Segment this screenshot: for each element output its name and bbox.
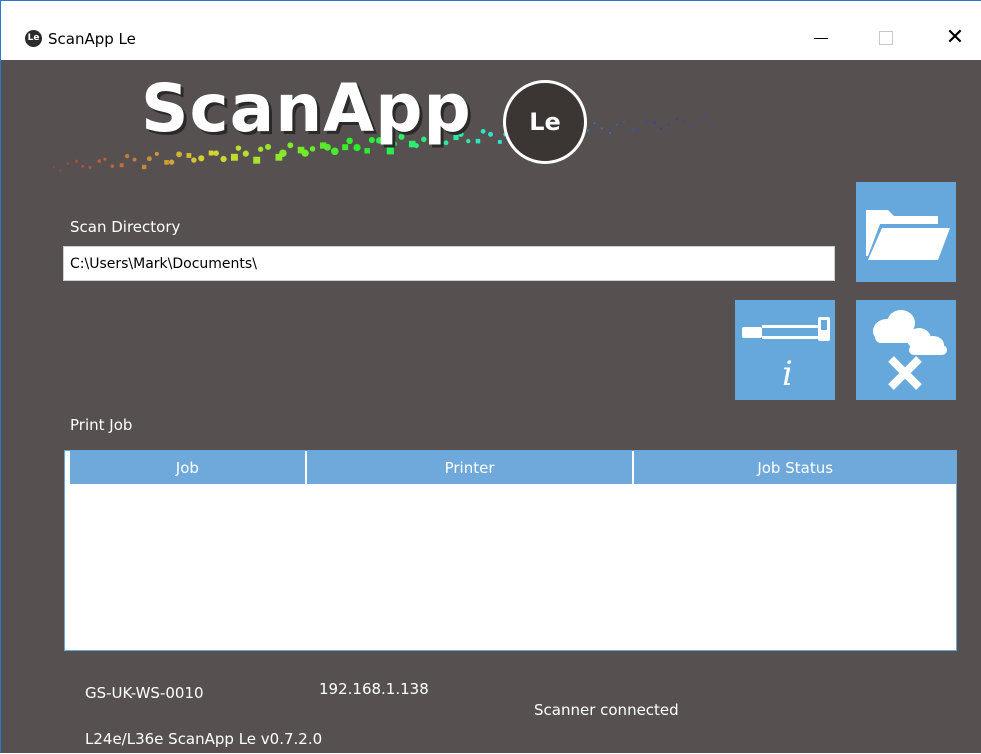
scanner-info-button[interactable]: i	[735, 300, 835, 400]
logo-dot	[600, 127, 603, 130]
logo-dot	[615, 123, 618, 126]
logo-dot	[220, 155, 227, 163]
logo-dot	[88, 165, 92, 169]
logo-dot	[146, 156, 152, 162]
logo-dot	[631, 128, 634, 131]
scanner-info-icon: i	[742, 317, 830, 394]
folder-open-icon	[866, 210, 950, 260]
logo-dot	[682, 121, 685, 124]
ip-address-text: 192.168.1.138	[319, 680, 429, 698]
logo-dot	[497, 139, 502, 144]
logo-dot	[386, 147, 394, 155]
title-bar[interactable]: Le ScanApp Le ✕	[1, 1, 981, 60]
close-button[interactable]: ✕	[932, 23, 978, 53]
logo-dot	[164, 160, 169, 165]
scanner-status-text: Scanner connected	[534, 701, 679, 719]
logo-dot	[704, 114, 707, 117]
scanapp-logo: ScanApp Le	[49, 70, 749, 190]
hostname-text: GS-UK-WS-0010	[85, 684, 204, 702]
table-header: Job Printer Job Status	[65, 451, 956, 484]
logo-dot	[176, 151, 182, 158]
logo-dot	[253, 156, 261, 164]
logo-dot	[81, 165, 85, 168]
cloud-disconnect-icon	[873, 310, 947, 390]
logo-dot	[364, 148, 370, 154]
app-window: Le ScanApp Le ✕ ScanApp Le Scan Director…	[0, 0, 981, 753]
logo-dot	[119, 163, 124, 168]
version-text: L24e/L36e ScanApp Le v0.7.2.0	[85, 730, 323, 748]
logo-dot	[242, 150, 249, 157]
logo-dot	[301, 149, 309, 157]
info-glyph: i	[782, 354, 793, 394]
logo-dot	[75, 159, 78, 163]
logo-dot	[593, 122, 596, 125]
logo-dot	[712, 121, 714, 124]
logo-dot	[110, 164, 115, 168]
logo-dot	[154, 151, 159, 156]
scan-directory-label: Scan Directory	[70, 218, 181, 236]
logo-dot	[132, 157, 137, 162]
logo-dot	[169, 159, 175, 165]
logo-wordmark: ScanApp	[141, 70, 472, 147]
logo-dot	[480, 128, 486, 134]
logo-dot	[675, 117, 678, 120]
logo-dot	[59, 169, 62, 172]
logo-dot	[208, 150, 214, 156]
logo-dot	[586, 129, 589, 132]
logo-dot	[689, 125, 692, 128]
logo-dot	[53, 166, 55, 168]
logo-dot	[279, 149, 287, 157]
logo-dot	[213, 150, 219, 156]
logo-dot	[66, 162, 70, 165]
logo-dot	[124, 153, 130, 159]
window-title: ScanApp Le	[48, 30, 136, 48]
logo-dot	[609, 132, 612, 135]
logo-dot	[660, 127, 663, 130]
logo-dot	[191, 157, 197, 163]
logo-dot	[230, 153, 238, 161]
logo-badge: Le	[503, 80, 587, 164]
column-header-job-status[interactable]: Job Status	[634, 451, 956, 484]
logo-dot	[97, 159, 101, 163]
logo-dot	[488, 131, 493, 137]
logo-dot	[186, 153, 192, 158]
logo-dot	[645, 119, 648, 122]
minimize-button[interactable]	[798, 23, 844, 53]
print-job-table[interactable]: Job Printer Job Status	[64, 450, 957, 651]
browse-folder-button[interactable]	[856, 182, 956, 282]
logo-dot	[653, 121, 656, 124]
scan-directory-input[interactable]	[63, 246, 835, 281]
logo-dot	[198, 155, 205, 162]
logo-dot	[103, 157, 107, 161]
column-header-job[interactable]: Job	[70, 451, 307, 484]
logo-dot	[623, 120, 626, 123]
close-icon: ✕	[945, 25, 965, 50]
logo-dot	[637, 127, 640, 130]
logo-dot	[330, 147, 339, 156]
maximize-button[interactable]	[863, 23, 909, 53]
logo-dot	[667, 123, 670, 126]
column-header-printer[interactable]: Printer	[306, 451, 635, 484]
print-job-label: Print Job	[70, 416, 133, 434]
cloud-disconnect-button[interactable]	[856, 300, 956, 400]
logo-dot	[257, 146, 264, 152]
main-content: ScanApp Le Scan Directory i	[1, 60, 981, 754]
logo-dot	[475, 138, 481, 144]
logo-dot	[141, 164, 147, 170]
logo-dot	[698, 119, 701, 122]
app-logo-icon: Le	[25, 30, 42, 47]
